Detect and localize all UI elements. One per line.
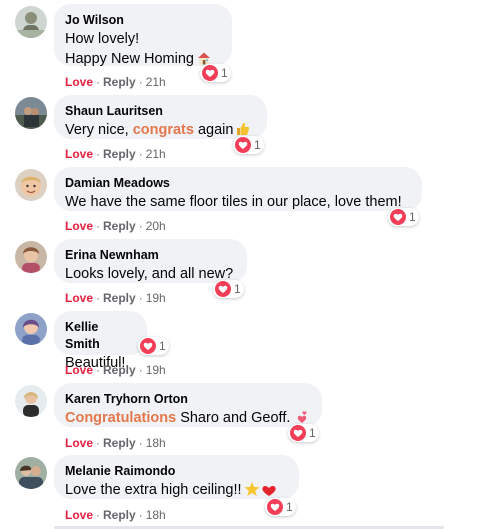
comment-bubble: Erina Newnham Looks lovely, and all new? xyxy=(54,239,247,283)
reply-button[interactable]: Reply xyxy=(103,291,136,305)
comment-bubble: Kellie Smith Beautiful! xyxy=(54,311,147,371)
comment-text: again xyxy=(193,122,234,138)
love-reaction-icon xyxy=(267,499,283,515)
comment-text: How lovely! xyxy=(65,31,140,47)
reaction-count[interactable]: 1 xyxy=(200,64,231,82)
love-button[interactable]: Love xyxy=(65,291,93,305)
comment-actions: Love · Reply · 19h xyxy=(65,363,166,377)
comment-author[interactable]: Jo Wilson xyxy=(65,12,220,29)
comment-time[interactable]: 18h xyxy=(146,508,166,522)
love-reaction-icon xyxy=(290,425,306,441)
reaction-count[interactable]: 1 xyxy=(138,337,169,355)
comment-time[interactable]: 18h xyxy=(146,436,166,450)
love-reaction-icon xyxy=(235,137,251,153)
love-button[interactable]: Love xyxy=(65,75,93,89)
comment-time[interactable]: 20h xyxy=(146,219,166,233)
comment-text: Looks lovely, and all new? xyxy=(65,266,234,282)
love-button[interactable]: Love xyxy=(65,219,93,233)
avatar[interactable] xyxy=(15,385,47,417)
comment-bubble: Shaun Lauritsen Very nice, congrats agai… xyxy=(54,95,267,139)
comment-author[interactable]: Kellie Smith xyxy=(65,319,135,353)
avatar[interactable] xyxy=(15,313,47,345)
love-button[interactable]: Love xyxy=(65,508,93,522)
love-reaction-icon xyxy=(202,65,218,81)
comment-time[interactable]: 19h xyxy=(146,291,166,305)
love-button[interactable]: Love xyxy=(65,147,93,161)
comment-actions: Love · Reply · 21h xyxy=(65,75,166,89)
comment-author[interactable]: Karen Tryhorn Orton xyxy=(65,391,310,408)
love-reaction-icon xyxy=(215,281,231,297)
comment-bubble: Damian Meadows We have the same floor ti… xyxy=(54,167,422,211)
comment-time[interactable]: 21h xyxy=(146,147,166,161)
comment-bubble: Karen Tryhorn Orton Congratulations Shar… xyxy=(54,383,322,427)
love-button[interactable]: Love xyxy=(65,436,93,450)
reaction-count[interactable]: 1 xyxy=(288,424,319,442)
comment-text: We have the same floor tiles in our plac… xyxy=(65,194,402,210)
avatar[interactable] xyxy=(15,457,47,489)
comment-text: Very nice, xyxy=(65,122,133,138)
love-reaction-icon xyxy=(390,209,406,225)
avatar[interactable] xyxy=(15,97,47,129)
highlighted-word[interactable]: Congratulations xyxy=(65,410,176,426)
avatar[interactable] xyxy=(15,241,47,273)
comment-bubble: Melanie Raimondo Love the extra high cei… xyxy=(54,455,299,499)
reaction-count[interactable]: 1 xyxy=(265,498,296,516)
reply-button[interactable]: Reply xyxy=(103,508,136,522)
comment-actions: Love · Reply · 18h xyxy=(65,436,166,450)
reaction-count[interactable]: 1 xyxy=(213,280,244,298)
comment-author[interactable]: Erina Newnham xyxy=(65,247,235,264)
reply-button[interactable]: Reply xyxy=(103,147,136,161)
comment-author[interactable]: Damian Meadows xyxy=(65,175,410,192)
comment-time[interactable]: 19h xyxy=(146,363,166,377)
reply-button[interactable]: Reply xyxy=(103,219,136,233)
comment-text: Happy New Homing xyxy=(65,51,194,67)
comment-actions: Love · Reply · 18h xyxy=(65,508,166,522)
comment-text: Sharo and Geoff. xyxy=(176,410,291,426)
comment-actions: Love · Reply · 21h xyxy=(65,147,166,161)
comment-time[interactable]: 21h xyxy=(146,75,166,89)
reply-button[interactable]: Reply xyxy=(103,436,136,450)
reply-button[interactable]: Reply xyxy=(103,363,136,377)
love-reaction-icon xyxy=(140,338,156,354)
highlighted-word[interactable]: congrats xyxy=(133,122,194,138)
comment-bubble: Jo Wilson How lovely! Happy New Homing xyxy=(54,4,232,67)
avatar[interactable] xyxy=(15,169,47,201)
avatar[interactable] xyxy=(15,6,47,38)
reaction-count[interactable]: 1 xyxy=(233,136,264,154)
comment-actions: Love · Reply · 19h xyxy=(65,291,166,305)
comment-author[interactable]: Melanie Raimondo xyxy=(65,463,287,480)
comment-author[interactable]: Shaun Lauritsen xyxy=(65,103,255,120)
reply-button[interactable]: Reply xyxy=(103,75,136,89)
love-button[interactable]: Love xyxy=(65,363,93,377)
reaction-count[interactable]: 1 xyxy=(388,208,419,226)
comment-text: Love the extra high ceiling!! xyxy=(65,482,242,498)
comment-actions: Love · Reply · 20h xyxy=(65,219,166,233)
